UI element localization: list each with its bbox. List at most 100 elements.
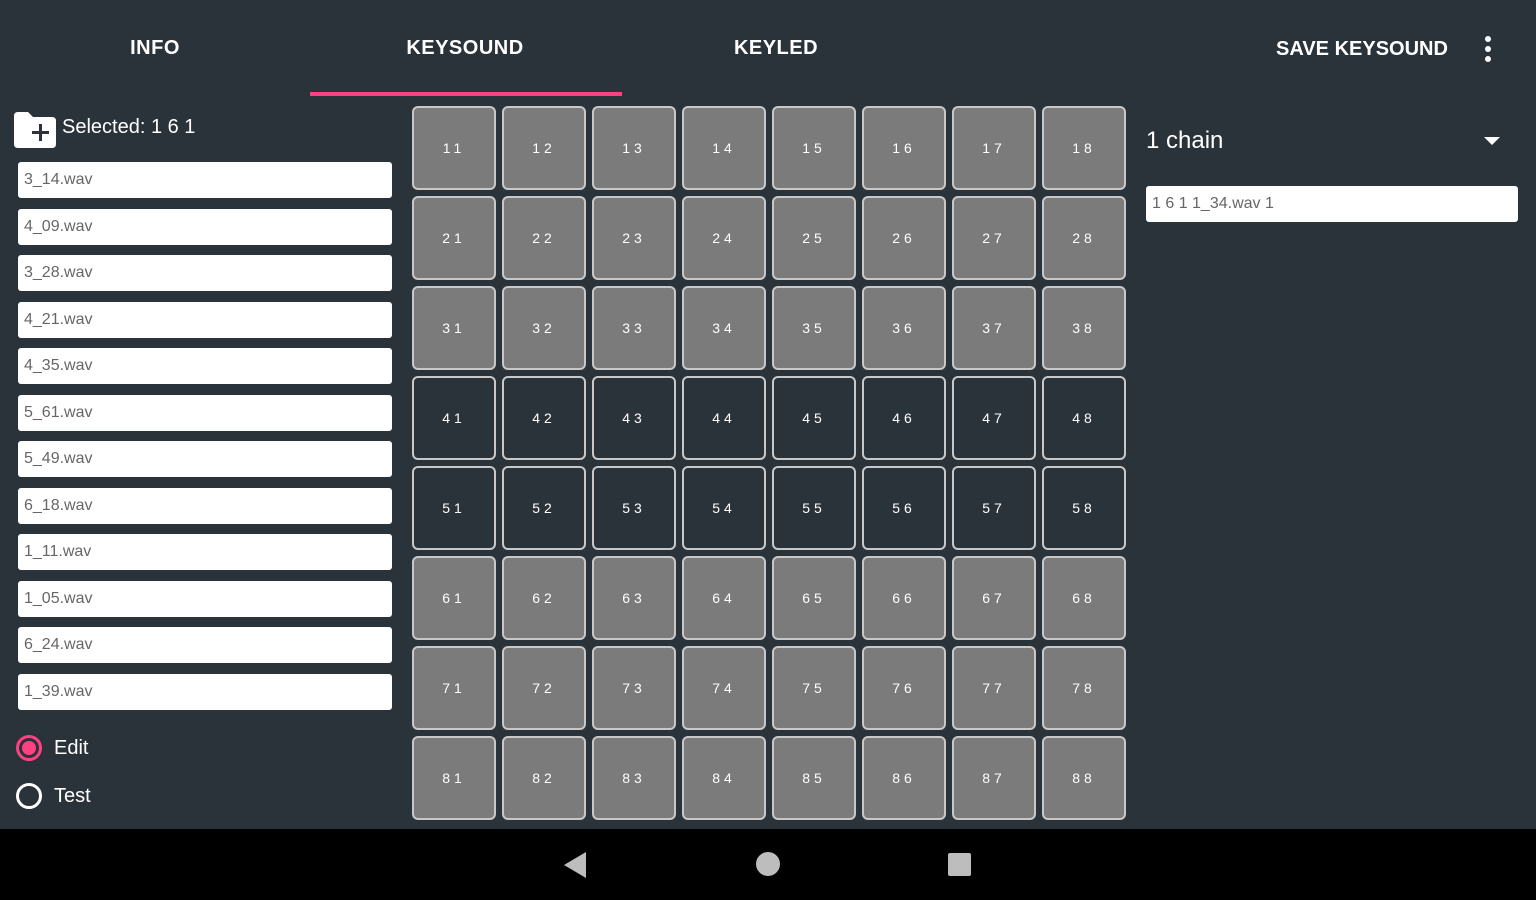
pad-button[interactable]: 14 xyxy=(682,106,766,190)
pad-button[interactable]: 18 xyxy=(1042,106,1126,190)
pad-button[interactable]: 86 xyxy=(862,736,946,820)
pad-button[interactable]: 85 xyxy=(772,736,856,820)
sound-file-item[interactable]: 4_35.wav xyxy=(18,348,392,384)
tab-keysound[interactable]: KEYSOUND xyxy=(310,0,620,97)
pad-button[interactable]: 81 xyxy=(412,736,496,820)
pad-button[interactable]: 27 xyxy=(952,196,1036,280)
tab-info[interactable]: INFO xyxy=(0,0,310,97)
pad-button[interactable]: 35 xyxy=(772,286,856,370)
top-tab-bar: INFO KEYSOUND KEYLED SAVE KEYSOUND xyxy=(0,0,1536,97)
pad-button[interactable]: 64 xyxy=(682,556,766,640)
pad-button[interactable]: 16 xyxy=(862,106,946,190)
back-icon[interactable] xyxy=(564,852,586,878)
radio-selected-icon xyxy=(16,735,42,761)
sound-file-item[interactable]: 1_05.wav xyxy=(18,580,392,617)
dropdown-arrow-icon xyxy=(1484,137,1500,145)
pad-button[interactable]: 63 xyxy=(592,556,676,640)
pad-button[interactable]: 31 xyxy=(412,286,496,370)
pad-button[interactable]: 71 xyxy=(412,646,496,730)
chain-dropdown-label: 1 chain xyxy=(1146,127,1224,154)
pad-button[interactable]: 33 xyxy=(592,286,676,370)
pad-button[interactable]: 68 xyxy=(1042,556,1126,640)
overflow-menu-icon[interactable] xyxy=(1466,26,1510,72)
system-nav-bar xyxy=(0,829,1536,900)
pad-button[interactable]: 15 xyxy=(772,106,856,190)
pad-button[interactable]: 32 xyxy=(502,286,586,370)
pad-button[interactable]: 22 xyxy=(502,196,586,280)
pad-button[interactable]: 41 xyxy=(412,376,496,460)
recents-icon[interactable] xyxy=(948,853,971,876)
pad-button[interactable]: 43 xyxy=(592,376,676,460)
tab-active-indicator xyxy=(310,92,622,96)
pad-button[interactable]: 75 xyxy=(772,646,856,730)
mode-edit-radio[interactable]: Edit xyxy=(16,735,88,761)
sound-file-item[interactable]: 1_11.wav xyxy=(18,534,392,570)
pad-button[interactable]: 84 xyxy=(682,736,766,820)
pad-button[interactable]: 87 xyxy=(952,736,1036,820)
sound-file-item[interactable]: 4_09.wav xyxy=(18,208,392,245)
assigned-sound-item[interactable]: 1 6 1 1_34.wav 1 xyxy=(1146,186,1518,222)
save-keysound-button[interactable]: SAVE KEYSOUND xyxy=(1262,26,1462,72)
pad-button[interactable]: 58 xyxy=(1042,466,1126,550)
pad-button[interactable]: 88 xyxy=(1042,736,1126,820)
pad-button[interactable]: 36 xyxy=(862,286,946,370)
pad-button[interactable]: 13 xyxy=(592,106,676,190)
pad-button[interactable]: 11 xyxy=(412,106,496,190)
pad-button[interactable]: 52 xyxy=(502,466,586,550)
sound-file-item[interactable]: 1_39.wav xyxy=(18,673,392,710)
sound-file-item[interactable]: 4_21.wav xyxy=(18,301,392,338)
pad-button[interactable]: 77 xyxy=(952,646,1036,730)
pad-button[interactable]: 46 xyxy=(862,376,946,460)
pad-button[interactable]: 56 xyxy=(862,466,946,550)
selected-pad-label: Selected: 1 6 1 xyxy=(62,116,196,138)
pad-button[interactable]: 62 xyxy=(502,556,586,640)
pad-button[interactable]: 76 xyxy=(862,646,946,730)
pad-button[interactable]: 48 xyxy=(1042,376,1126,460)
pad-button[interactable]: 12 xyxy=(502,106,586,190)
mode-edit-label: Edit xyxy=(54,736,89,759)
pad-button[interactable]: 47 xyxy=(952,376,1036,460)
pad-button[interactable]: 42 xyxy=(502,376,586,460)
sound-file-item[interactable]: 6_24.wav xyxy=(18,627,392,663)
pad-button[interactable]: 66 xyxy=(862,556,946,640)
home-icon[interactable] xyxy=(756,852,780,876)
sound-file-item[interactable]: 5_61.wav xyxy=(18,394,392,431)
mode-test-radio[interactable]: Test xyxy=(16,783,91,809)
pad-button[interactable]: 72 xyxy=(502,646,586,730)
pad-button[interactable]: 55 xyxy=(772,466,856,550)
pad-button[interactable]: 73 xyxy=(592,646,676,730)
pad-button[interactable]: 25 xyxy=(772,196,856,280)
pad-button[interactable]: 26 xyxy=(862,196,946,280)
pad-button[interactable]: 57 xyxy=(952,466,1036,550)
pad-button[interactable]: 21 xyxy=(412,196,496,280)
tab-keyled[interactable]: KEYLED xyxy=(621,0,931,97)
pad-button[interactable]: 45 xyxy=(772,376,856,460)
pad-button[interactable]: 53 xyxy=(592,466,676,550)
pad-button[interactable]: 34 xyxy=(682,286,766,370)
pad-button[interactable]: 28 xyxy=(1042,196,1126,280)
add-folder-icon[interactable] xyxy=(12,110,58,150)
pad-button[interactable]: 24 xyxy=(682,196,766,280)
chain-dropdown[interactable]: 1 chain xyxy=(1146,118,1512,164)
sound-file-list: 3_14.wav 4_09.wav 3_28.wav 4_21.wav 4_35.wav… xyxy=(18,162,392,720)
sound-file-item[interactable]: 3_28.wav xyxy=(18,255,392,291)
pad-button[interactable]: 61 xyxy=(412,556,496,640)
pad-button[interactable]: 74 xyxy=(682,646,766,730)
pad-button[interactable]: 82 xyxy=(502,736,586,820)
mode-test-label: Test xyxy=(54,784,91,807)
sound-file-item[interactable]: 5_49.wav xyxy=(18,441,392,477)
launchpad-grid: 11 12 13 14 15 16 17 18 21 22 23 24 25 26 27 28 31 32 33 34… xyxy=(412,106,1126,820)
pad-button[interactable]: 23 xyxy=(592,196,676,280)
pad-button[interactable]: 78 xyxy=(1042,646,1126,730)
pad-button[interactable]: 83 xyxy=(592,736,676,820)
pad-button[interactable]: 44 xyxy=(682,376,766,460)
pad-button[interactable]: 38 xyxy=(1042,286,1126,370)
pad-button[interactable]: 51 xyxy=(412,466,496,550)
sound-file-item[interactable]: 3_14.wav xyxy=(18,162,392,198)
pad-button[interactable]: 54 xyxy=(682,466,766,550)
sound-file-item[interactable]: 6_18.wav xyxy=(18,487,392,524)
pad-button[interactable]: 17 xyxy=(952,106,1036,190)
pad-button[interactable]: 65 xyxy=(772,556,856,640)
pad-button[interactable]: 37 xyxy=(952,286,1036,370)
pad-button[interactable]: 67 xyxy=(952,556,1036,640)
